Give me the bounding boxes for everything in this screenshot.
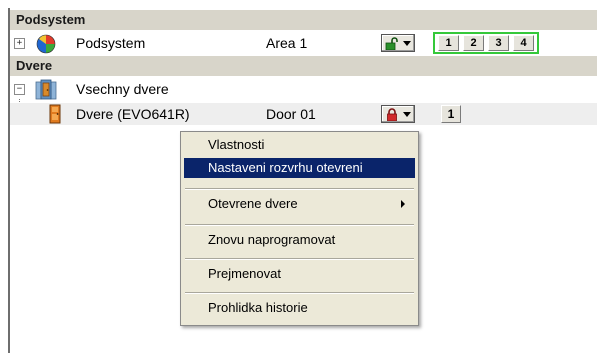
section-header-doors: Dvere bbox=[10, 56, 597, 76]
expand-icon[interactable]: + bbox=[14, 38, 25, 49]
door-row[interactable]: Dvere (EVO641R) Door 01 1 bbox=[10, 103, 597, 125]
chevron-down-icon bbox=[403, 112, 411, 117]
context-menu: Vlastnosti Nastaveni rozvrhu otevreni Ot… bbox=[180, 131, 419, 326]
area-number-2[interactable]: 2 bbox=[463, 35, 484, 51]
menu-item-reprogram[interactable]: Znovu naprogramovat bbox=[184, 230, 415, 250]
submenu-arrow-icon bbox=[401, 200, 405, 208]
menu-item-properties[interactable]: Vlastnosti bbox=[184, 135, 415, 155]
lock-dropdown-button[interactable] bbox=[381, 34, 415, 52]
collapse-icon[interactable]: − bbox=[14, 84, 25, 95]
door-icon bbox=[49, 104, 61, 127]
chevron-down-icon bbox=[403, 41, 411, 46]
doors-group-name: Vsechny dvere bbox=[76, 81, 169, 97]
door-group-icon bbox=[35, 79, 57, 103]
menu-separator bbox=[185, 258, 414, 260]
area-number-1[interactable]: 1 bbox=[438, 35, 459, 51]
menu-item-rename[interactable]: Prejmenovat bbox=[184, 264, 415, 284]
area-number-4[interactable]: 4 bbox=[513, 35, 534, 51]
subsystem-row[interactable]: + Podsystem Area 1 1 2 3 4 bbox=[10, 32, 597, 54]
area-number-3[interactable]: 3 bbox=[488, 35, 509, 51]
menu-item-open-doors[interactable]: Otevrene dvere bbox=[184, 194, 415, 214]
section-header-subsystem: Podsystem bbox=[10, 10, 597, 30]
menu-item-history[interactable]: Prohlidka historie bbox=[184, 298, 415, 318]
menu-separator bbox=[185, 188, 414, 190]
unlocked-padlock-icon bbox=[385, 37, 399, 53]
subsystem-area: Area 1 bbox=[266, 35, 308, 51]
door-area-number[interactable]: 1 bbox=[441, 105, 461, 123]
subsystem-name: Podsystem bbox=[76, 35, 146, 51]
menu-separator bbox=[185, 224, 414, 226]
area-number-group: 1 2 3 4 bbox=[433, 32, 539, 54]
door-name: Dvere (EVO641R) bbox=[76, 106, 190, 122]
door-lock-dropdown-button[interactable] bbox=[381, 105, 415, 123]
menu-separator bbox=[185, 292, 414, 294]
subsystem-globe-icon bbox=[36, 34, 56, 57]
locked-padlock-icon bbox=[386, 108, 398, 124]
doors-group-row[interactable]: − Vsechny dvere bbox=[10, 78, 597, 100]
door-id: Door 01 bbox=[266, 106, 316, 122]
menu-item-schedule[interactable]: Nastaveni rozvrhu otevreni bbox=[184, 158, 415, 178]
menu-item-open-doors-label: Otevrene dvere bbox=[208, 196, 298, 211]
